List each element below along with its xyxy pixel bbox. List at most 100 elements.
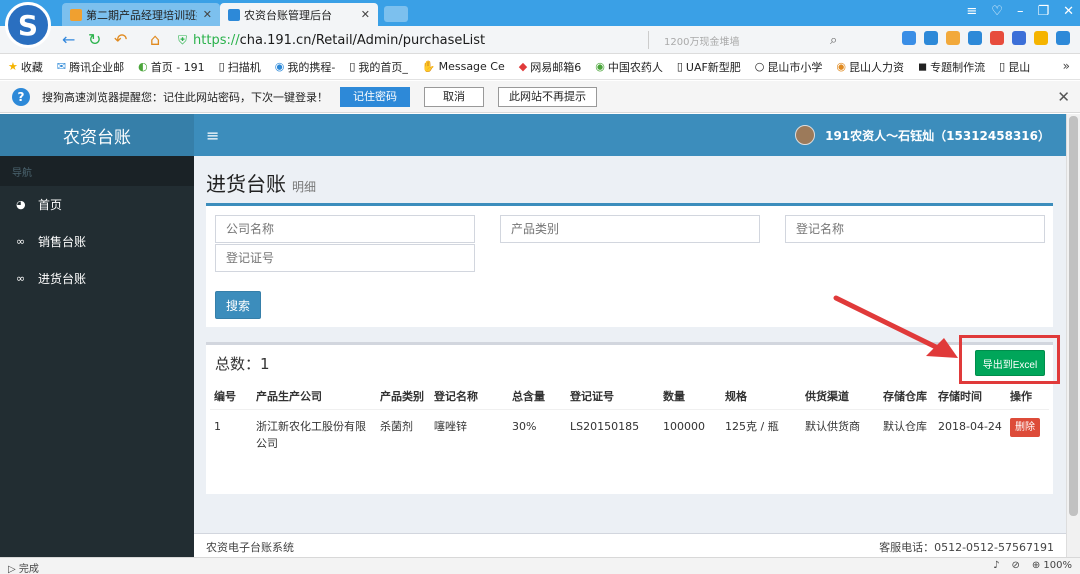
user-menu[interactable]: 191农资人～石钰灿（15312458316） xyxy=(795,114,1050,156)
home-icon[interactable]: ⌂ xyxy=(150,30,160,49)
bookmark-item[interactable]: ★ 收藏 xyxy=(8,59,43,75)
avatar xyxy=(795,125,816,145)
remember-password-button[interactable]: 记住密码 xyxy=(340,86,410,107)
download-icon[interactable] xyxy=(1056,31,1070,45)
bookmark-item[interactable]: ✉ 腾讯企业邮 xyxy=(57,59,124,75)
browser-logo-icon: S xyxy=(5,2,51,48)
column-header: 规格 xyxy=(721,385,801,410)
page-subtitle: 明细 xyxy=(292,180,317,194)
skin-icon[interactable]: ♡ xyxy=(991,4,1003,19)
emoji-icon[interactable] xyxy=(1034,31,1048,45)
shield-icon[interactable] xyxy=(1012,31,1026,45)
bookmark-item[interactable]: ✋ Message Ce xyxy=(422,60,505,73)
extension-icon[interactable] xyxy=(902,31,916,45)
cell-date: 2018-04-24 xyxy=(938,420,1002,433)
bookmark-item[interactable]: ◐ 首页 - 191 xyxy=(138,59,205,75)
close-tab-icon[interactable]: ✕ xyxy=(361,8,370,21)
purchase-table: 编号 产品生产公司 产品类别 登记名称 总含量 登记证号 数量 规格 供货渠道 … xyxy=(210,385,1049,460)
cell-content: 30% xyxy=(512,420,537,433)
browser-statusbar: ▷ 完成 ♪ ⊘ ⊕ 100% xyxy=(0,557,1080,574)
column-header: 供货渠道 xyxy=(801,385,879,410)
dashboard-icon: ◕ xyxy=(16,198,26,211)
more-bookmarks-icon[interactable]: » xyxy=(1063,59,1070,73)
bookmark-item[interactable]: ◆ 网易邮箱6 xyxy=(519,59,581,75)
browser-tab-admin[interactable]: 农资台账管理后台 ✕ xyxy=(220,3,378,26)
column-header: 登记名称 xyxy=(430,385,508,410)
back-icon[interactable]: ← xyxy=(62,30,75,49)
cell-warehouse: 默认仓库 xyxy=(883,420,927,433)
close-icon[interactable]: ✕ xyxy=(1057,88,1070,106)
cell-company: 浙江新农化工股份有限公司 xyxy=(256,420,366,450)
sidebar-item-label: 首页 xyxy=(38,198,63,212)
sidebar-item-home[interactable]: ◕ 首页 xyxy=(0,186,194,223)
bookmark-item[interactable]: ▯ 我的首页_ xyxy=(349,59,408,75)
footer-hotline: 客服电话：0512-0512-57567191 xyxy=(879,541,1054,554)
total-count: 总数：1 xyxy=(215,355,270,373)
adblock-icon[interactable]: ⊘ xyxy=(1011,560,1019,571)
address-bar: ← ↻ ↶ ⌂ ⛨ https:// cha.191.cn/Retail/Adm… xyxy=(0,26,1080,54)
bookmark-item[interactable]: ◉ 中国农药人 xyxy=(595,59,663,75)
close-tab-icon[interactable]: ✕ xyxy=(203,8,212,21)
key-icon[interactable] xyxy=(946,31,960,45)
url-scheme: https:// xyxy=(193,32,240,48)
sidebar-item-sales[interactable]: ∞ 销售台账 xyxy=(0,223,194,260)
bookmark-item[interactable]: ◼ 专题制作流 xyxy=(918,59,985,75)
bookmark-item[interactable]: ▯ 扫描机 xyxy=(219,59,261,75)
bookmark-item[interactable]: ◉ 我的携程- xyxy=(275,59,336,75)
bookmark-item[interactable]: ▯ UAF新型肥 xyxy=(677,59,741,75)
new-tab-button[interactable] xyxy=(384,6,408,22)
column-header: 产品类别 xyxy=(376,385,430,410)
table-row: 1 浙江新农化工股份有限公司 杀菌剂 噻唑锌 30% LS20150185 10… xyxy=(210,410,1049,461)
bookmark-item[interactable]: ○ 昆山市小学 xyxy=(755,59,823,75)
tab-title: 第二期产品经理培训班报 xyxy=(86,8,197,22)
bookmark-item[interactable]: ◉ 昆山人力资 xyxy=(836,59,904,75)
tab-title: 农资台账管理后台 xyxy=(244,8,332,22)
translate-icon[interactable] xyxy=(968,31,982,45)
screenshot-icon[interactable] xyxy=(924,31,938,45)
sidebar-item-purchase[interactable]: ∞ 进货台账 xyxy=(0,260,194,297)
question-icon: ? xyxy=(12,87,30,106)
zoom-icon[interactable]: ⊕ 100% xyxy=(1032,560,1072,571)
sidebar-toggle-icon[interactable]: ≡ xyxy=(206,126,219,145)
annotation-arrow-icon xyxy=(833,295,958,358)
undo-icon[interactable]: ↶ xyxy=(114,30,127,49)
nav-header: 导航 xyxy=(0,156,194,186)
scrollbar-thumb[interactable] xyxy=(1069,116,1078,516)
registration-name-input[interactable] xyxy=(785,215,1045,243)
column-header: 产品生产公司 xyxy=(252,385,376,410)
cell-reg-no: LS20150185 xyxy=(570,420,640,433)
registration-number-input[interactable] xyxy=(215,244,475,272)
minimize-icon[interactable]: – xyxy=(1017,4,1024,19)
column-header: 存储时间 xyxy=(934,385,1006,410)
search-button[interactable]: 搜索 xyxy=(215,291,261,319)
search-hint[interactable]: 1200万现金堆墙 xyxy=(664,33,739,48)
mail-icon[interactable] xyxy=(990,31,1004,45)
product-category-input[interactable] xyxy=(500,215,760,243)
annotation-highlight-box xyxy=(959,335,1060,384)
tab-favicon-icon xyxy=(228,8,240,21)
never-prompt-button[interactable]: 此网站不再提示 xyxy=(498,86,597,107)
company-name-input[interactable] xyxy=(215,215,475,243)
brand-logo[interactable]: 农资台账 xyxy=(0,114,194,156)
close-window-icon[interactable]: ✕ xyxy=(1063,4,1074,19)
cancel-button[interactable]: 取消 xyxy=(424,86,484,107)
browser-tab-training[interactable]: 第二期产品经理培训班报 ✕ xyxy=(62,3,220,26)
search-icon[interactable]: ⌕ xyxy=(830,33,837,48)
volume-icon[interactable]: ♪ xyxy=(993,560,999,571)
url-input[interactable]: ⛨ https:// cha.191.cn/Retail/Admin/purch… xyxy=(178,29,968,51)
delete-button[interactable]: 删除 xyxy=(1010,418,1040,437)
tab-favicon-icon xyxy=(70,8,82,21)
refresh-icon[interactable]: ↻ xyxy=(88,30,101,49)
maximize-icon[interactable]: ❐ xyxy=(1037,4,1049,19)
bookmark-item[interactable]: ▯ 昆山 xyxy=(999,59,1030,75)
page-scrollbar[interactable] xyxy=(1066,114,1080,557)
cell-id: 1 xyxy=(214,420,221,433)
column-header: 存储仓库 xyxy=(879,385,934,410)
footer-system-name: 农资电子台账系统 xyxy=(206,541,294,554)
menu-icon[interactable]: ≡ xyxy=(966,4,977,19)
page-title: 进货台账 xyxy=(206,172,286,196)
cell-supplier: 默认供货商 xyxy=(805,420,860,433)
bookmarks-bar: ★ 收藏 ✉ 腾讯企业邮 ◐ 首页 - 191 ▯ 扫描机 ◉ 我的携程- ▯ 我的首页_ … xyxy=(0,54,1080,80)
browser-tabbar: 第二期产品经理培训班报 ✕ 农资台账管理后台 ✕ ≡ ♡ – ❐ ✕ xyxy=(0,0,1080,26)
link-icon: ∞ xyxy=(16,235,26,248)
